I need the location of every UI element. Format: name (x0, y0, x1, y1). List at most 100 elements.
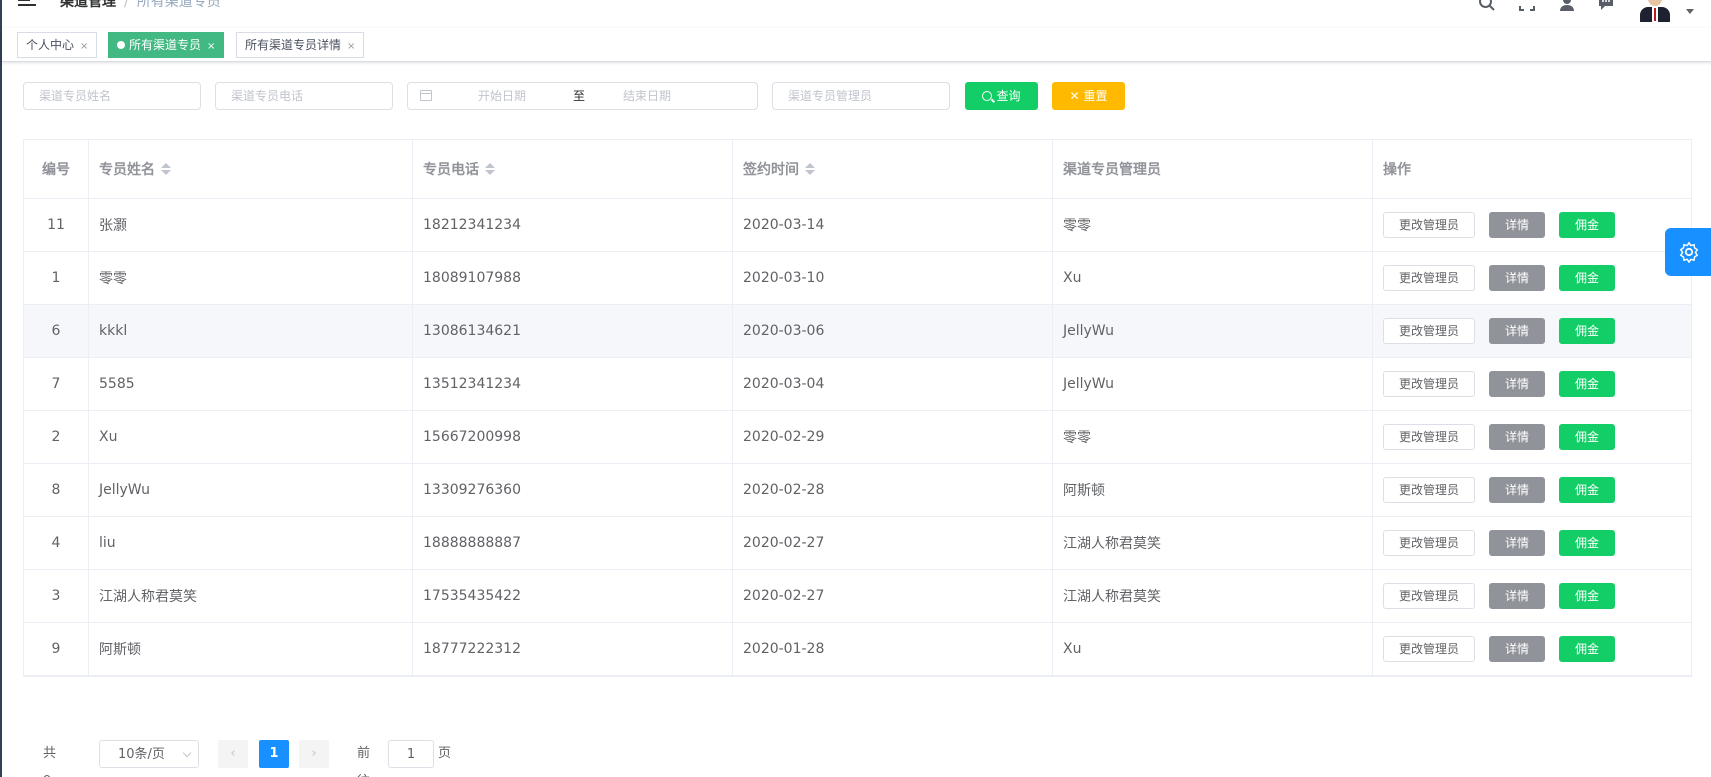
fullscreen-icon[interactable] (1518, 0, 1536, 12)
detail-button[interactable]: 详情 (1489, 318, 1545, 344)
cell-phone: 17535435422 (413, 570, 733, 622)
header-phone[interactable]: 专员电话 (413, 140, 733, 198)
commission-button[interactable]: 佣金 (1559, 212, 1615, 238)
prev-page-button[interactable]: ‹ (218, 740, 248, 768)
change-manager-button[interactable]: 更改管理员 (1383, 477, 1475, 503)
cell-id: 3 (24, 570, 89, 622)
agent-name-input[interactable]: 渠道专员姓名 (23, 82, 201, 110)
header-date[interactable]: 签约时间 (733, 140, 1053, 198)
message-icon[interactable] (1597, 0, 1615, 12)
sort-icon[interactable] (805, 162, 815, 176)
hamburger-menu-icon[interactable] (18, 0, 36, 8)
header-name[interactable]: 专员姓名 (89, 140, 413, 198)
avatar[interactable] (1637, 0, 1673, 22)
cell-manager: 阿斯顿 (1053, 464, 1373, 516)
commission-button[interactable]: 佣金 (1559, 318, 1615, 344)
close-icon[interactable]: × (207, 41, 215, 52)
commission-button[interactable]: 佣金 (1559, 636, 1615, 662)
cell-actions: 更改管理员 详情 佣金 (1373, 305, 1693, 357)
cell-manager: JellyWu (1053, 358, 1373, 410)
tag-personal-center[interactable]: 个人中心 × (17, 32, 98, 58)
detail-button[interactable]: 详情 (1489, 265, 1545, 291)
table-header: 编号 专员姓名 专员电话 签约时间 渠道专员管理员 操作 (24, 140, 1691, 199)
change-manager-button[interactable]: 更改管理员 (1383, 212, 1475, 238)
cell-name: Xu (89, 411, 413, 463)
cell-id: 6 (24, 305, 89, 357)
cell-date: 2020-02-28 (733, 464, 1053, 516)
goto-prefix: 前往 (357, 746, 371, 777)
detail-button[interactable]: 详情 (1489, 371, 1545, 397)
detail-button[interactable]: 详情 (1489, 424, 1545, 450)
tag-label: 个人中心 (26, 38, 75, 52)
tag-agent-detail[interactable]: 所有渠道专员详情 × (236, 32, 365, 58)
close-icon[interactable]: × (347, 41, 355, 52)
detail-button[interactable]: 详情 (1489, 212, 1545, 238)
start-date-input[interactable]: 开始日期 (478, 83, 526, 109)
change-manager-button[interactable]: 更改管理员 (1383, 318, 1475, 344)
header-manager: 渠道专员管理员 (1053, 140, 1373, 198)
change-manager-button[interactable]: 更改管理员 (1383, 530, 1475, 556)
detail-button[interactable]: 详情 (1489, 636, 1545, 662)
cell-name: 张灏 (89, 199, 413, 251)
commission-button[interactable]: 佣金 (1559, 477, 1615, 503)
change-manager-button[interactable]: 更改管理员 (1383, 371, 1475, 397)
reset-button[interactable]: ✕ 重置 (1052, 82, 1125, 110)
next-page-button[interactable]: › (299, 740, 329, 768)
detail-button[interactable]: 详情 (1489, 530, 1545, 556)
user-icon[interactable] (1558, 0, 1576, 12)
table-row: 9 阿斯顿 18777222312 2020-01-28 Xu 更改管理员 详情 佣金 (24, 623, 1691, 676)
detail-button[interactable]: 详情 (1489, 583, 1545, 609)
commission-button[interactable]: 佣金 (1559, 424, 1615, 450)
end-date-input[interactable]: 结束日期 (623, 83, 671, 109)
table-row: 4 liu 18888888887 2020-02-27 江湖人称君莫笑 更改管理员 详情佣… (24, 517, 1691, 570)
cell-actions: 更改管理员 详情 佣金 (1373, 411, 1693, 463)
cell-manager: Xu (1053, 623, 1373, 675)
header-actions: 操作 (1383, 162, 1411, 178)
page-size-select[interactable]: 10条/页 (99, 740, 199, 768)
cell-actions: 更改管理员 详情 佣金 (1373, 358, 1693, 410)
sort-icon[interactable] (485, 162, 495, 176)
caret-down-icon[interactable] (1686, 9, 1694, 14)
close-icon[interactable]: × (80, 41, 88, 52)
cell-phone: 13309276360 (413, 464, 733, 516)
cell-id: 11 (24, 199, 89, 251)
commission-button[interactable]: 佣金 (1559, 530, 1615, 556)
settings-button[interactable] (1665, 228, 1711, 276)
search-icon[interactable] (1478, 0, 1496, 12)
sort-icon[interactable] (161, 162, 171, 176)
range-separator: 至 (573, 89, 586, 103)
change-manager-button[interactable]: 更改管理员 (1383, 583, 1475, 609)
change-manager-button[interactable]: 更改管理员 (1383, 636, 1475, 662)
active-dot-icon (117, 41, 125, 49)
table-row: 8 JellyWu 13309276360 2020-02-28 阿斯顿 更改管理员 详情佣… (24, 464, 1691, 517)
cell-date: 2020-02-27 (733, 570, 1053, 622)
goto-page-input[interactable]: 1 (388, 740, 434, 768)
breadcrumb-item[interactable]: 渠道管理 (60, 0, 116, 10)
cell-phone: 18888888887 (413, 517, 733, 569)
close-icon: ✕ (1069, 89, 1080, 103)
tag-all-channel-agents[interactable]: 所有渠道专员 × (108, 32, 225, 58)
commission-button[interactable]: 佣金 (1559, 265, 1615, 291)
search-button-label: 查询 (996, 89, 1021, 103)
cell-phone: 13086134621 (413, 305, 733, 357)
agent-manager-input[interactable]: 渠道专员管理员 (772, 82, 950, 110)
cell-id: 8 (24, 464, 89, 516)
agent-phone-input[interactable]: 渠道专员电话 (215, 82, 393, 110)
change-manager-button[interactable]: 更改管理员 (1383, 424, 1475, 450)
commission-button[interactable]: 佣金 (1559, 583, 1615, 609)
commission-button[interactable]: 佣金 (1559, 371, 1615, 397)
chevron-right-icon: › (311, 746, 317, 761)
cell-actions: 更改管理员 详情 佣金 (1373, 464, 1693, 516)
cell-date: 2020-01-28 (733, 623, 1053, 675)
cell-actions: 更改管理员 详情 佣金 (1373, 199, 1693, 251)
search-button[interactable]: 查询 (965, 82, 1038, 110)
page-number-current[interactable]: 1 (259, 740, 289, 768)
cell-actions: 更改管理员 详情 佣金 (1373, 623, 1693, 675)
goto-suffix: 页 (438, 746, 452, 761)
date-range-picker[interactable]: 开始日期 至 结束日期 (407, 82, 758, 110)
detail-button[interactable]: 详情 (1489, 477, 1545, 503)
cell-date: 2020-02-29 (733, 411, 1053, 463)
change-manager-button[interactable]: 更改管理员 (1383, 265, 1475, 291)
table-row: 3 江湖人称君莫笑 17535435422 2020-02-27 江湖人称君莫笑 更改管理… (24, 570, 1691, 623)
table-row: 2 Xu 15667200998 2020-02-29 零零 更改管理员 详情 佣金 (24, 411, 1691, 464)
